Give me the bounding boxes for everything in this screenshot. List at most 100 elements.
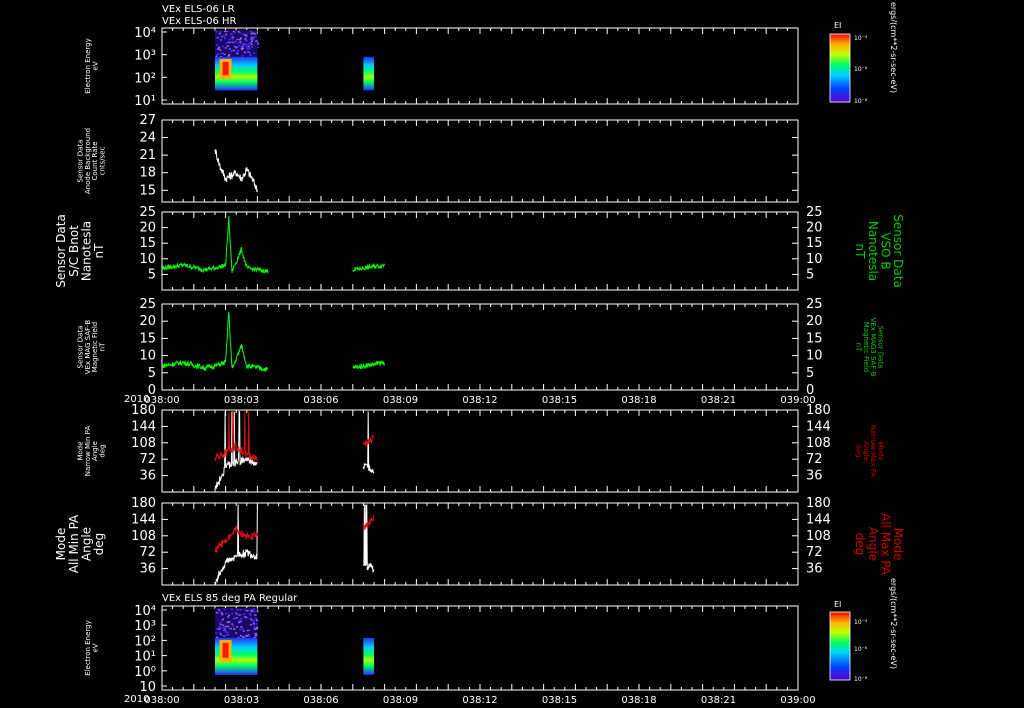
y-axis-label-line: eV (92, 61, 100, 70)
heatmap-cell (225, 625, 228, 628)
panel-frame (161, 303, 799, 391)
x-tick-label: 038:06 (303, 695, 338, 706)
heatmap-cell (238, 621, 241, 624)
heatmap-cell (216, 611, 219, 614)
y-tick-label: 25 (139, 297, 156, 312)
heatmap-cell (224, 37, 227, 40)
heatmap-cell (227, 621, 230, 624)
y-tick-label-right: 25 (806, 297, 823, 312)
y-tick-label: 10³ (134, 49, 156, 64)
y-axis-label-right-line: nT (854, 343, 862, 352)
heatmap-cell (252, 623, 255, 625)
heatmap-cell (238, 614, 241, 616)
colorbar-scale-top (829, 33, 851, 103)
colorbar-units-top: ergs/(cm**2-sr-sec-eV) (889, 2, 898, 93)
heatmap-cell (239, 40, 242, 43)
heatmap-cell (228, 48, 231, 50)
heatmap-cell (219, 623, 222, 626)
y-axis-label-line: nT (99, 342, 107, 351)
y-tick-label: 10 (139, 349, 156, 364)
y-axis-label: ModeAll Min PAAngledeg (54, 514, 106, 573)
y-axis-label-right: ModeNarrow Max PAAngledeg (854, 425, 884, 478)
colorbar-tick-top-1: 10⁻⁴ (854, 35, 868, 42)
y-tick-label: 5 (148, 366, 156, 381)
heatmap-cell (221, 52, 224, 55)
heatmap-cell (253, 610, 256, 613)
y-tick-label: 15 (139, 331, 156, 346)
heatmap-cell (254, 617, 257, 620)
y-tick-label-right: 72 (806, 452, 823, 467)
x-tick-label: 038:21 (701, 695, 736, 706)
series-line-red (214, 525, 258, 554)
y-tick-label: 108 (131, 529, 156, 544)
panel-3: Sensor DataS/C BnotNanoteslanT Sensor Dat… (54, 205, 905, 291)
x-tick-label: 038:09 (383, 695, 418, 706)
y-tick-label-right: 10 (806, 349, 823, 364)
y-tick-label-right: 15 (806, 236, 823, 251)
heatmap-cell (252, 38, 255, 40)
heatmap-cell (247, 43, 250, 46)
heatmap-cell (245, 33, 248, 36)
heatmap-cell (243, 613, 246, 616)
y-tick-label-right: 15 (806, 331, 823, 346)
y-axis-label-line: nT (92, 243, 106, 259)
colorbar-tick-top-3: 10⁻⁸ (854, 98, 868, 105)
heatmap-cell (246, 629, 249, 632)
heatmap-cell (250, 32, 253, 35)
heatmap-cell (239, 609, 242, 611)
heatmap-cell (216, 54, 219, 56)
heatmap-cell (219, 31, 222, 33)
heatmap-cell (225, 612, 228, 615)
heatmap-cell (249, 51, 252, 54)
heatmap-cell (235, 46, 238, 49)
series-line-red (214, 411, 258, 462)
heatmap-cell (247, 45, 250, 48)
heatmap-cell (248, 635, 251, 638)
y-tick-label-right: 36 (806, 469, 823, 484)
y-tick-label: 10² (134, 71, 156, 86)
y-tick-label: 36 (139, 562, 156, 577)
heatmap-cell (257, 46, 260, 49)
footer-panel-title: VEx ELS 85 deg PA Regular (162, 593, 298, 604)
y-tick-label-right: 5 (806, 366, 814, 381)
heatmap-cell (231, 41, 234, 44)
y-axis-label: Sensor DataS/C BnotNanoteslanT (54, 214, 106, 288)
chart-figure: VEx ELS-06 LR VEx ELS-06 HR Electron Ene… (54, 2, 905, 706)
y-axis-label-right-line: nT (853, 244, 867, 260)
heatmap-cell (248, 629, 251, 631)
heatmap-cell (221, 619, 224, 622)
heatmap-cell (216, 36, 219, 39)
x-tick-label: 039:00 (780, 695, 815, 706)
heatmap-cell (256, 43, 259, 46)
heatmap-cell (241, 55, 244, 57)
panel-1: Electron EnergyeV 10⁴ 10³ 10² 10¹ (84, 26, 799, 109)
colorbar-bottom: EI 10⁻⁴ 10⁻⁶ 10⁻⁸ ergs/(cm**2-sr-sec-eV) (829, 578, 898, 683)
heatmap-cell (239, 38, 242, 41)
y-tick-label-right: 5 (806, 267, 814, 282)
heatmap-cell (237, 50, 240, 52)
x-tick-label: 038:15 (542, 695, 577, 706)
heatmap-cell (244, 609, 247, 611)
y-tick-label: 21 (139, 148, 156, 163)
y-tick-label-right: 108 (806, 436, 831, 451)
x-tick-label: 038:18 (621, 695, 656, 706)
panel-6: ModeAll Min PAAngledeg ModeAll Max PAAngl… (54, 496, 905, 586)
heatmap-cell (215, 31, 218, 33)
heatmap-cell (235, 632, 238, 634)
panel-frame (161, 211, 799, 291)
y-tick-label: 10 (139, 680, 156, 695)
heatmap-cell (231, 612, 234, 615)
heatmap-cell (225, 33, 228, 36)
heatmap-cell (245, 40, 248, 42)
heatmap-cell (231, 38, 234, 40)
y-axis-label-line: deg (92, 533, 106, 556)
heatmap-cell (231, 49, 234, 52)
y-tick-label: 10² (134, 634, 156, 649)
heatmap-cell (255, 619, 258, 621)
heatmap-cell (221, 613, 224, 616)
y-tick-label: 20 (139, 221, 156, 236)
y-tick-label: 72 (139, 452, 156, 467)
x-tick-label: 038:00 (144, 695, 179, 706)
heatmap-cell (246, 47, 249, 50)
heatmap-cell (252, 619, 255, 622)
